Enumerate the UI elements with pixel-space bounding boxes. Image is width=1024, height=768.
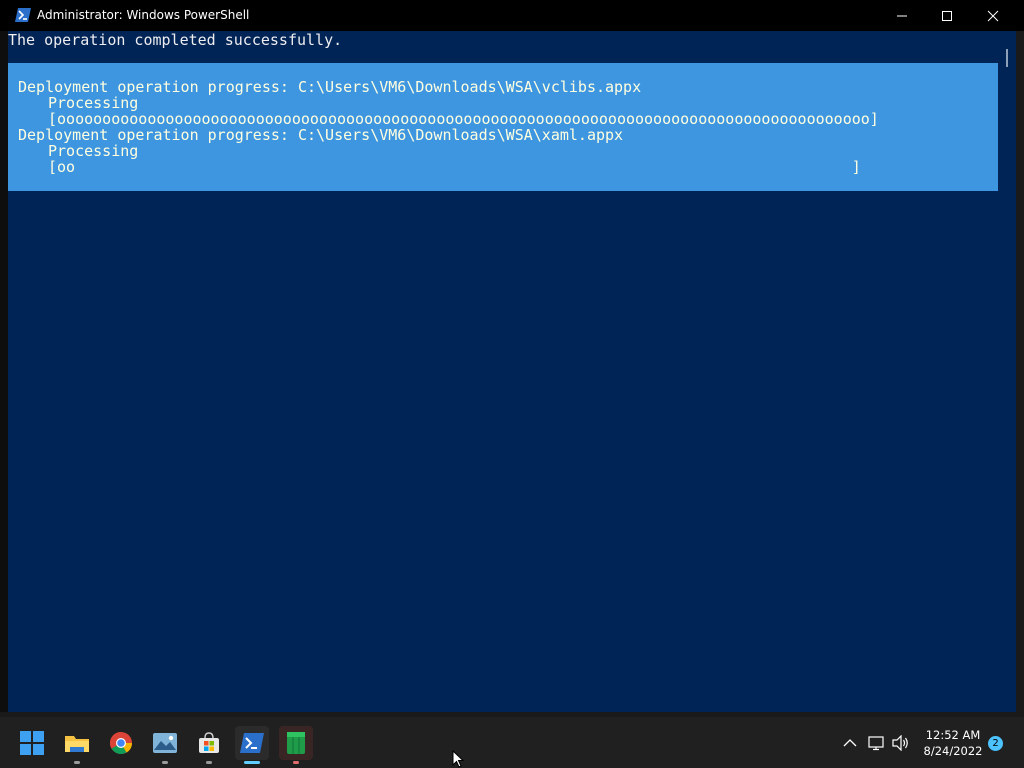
store-button[interactable] <box>192 726 226 760</box>
running-indicator <box>74 761 80 764</box>
powershell-window: Administrator: Windows PowerShell The op… <box>0 0 1024 717</box>
network-button[interactable] <box>868 734 886 752</box>
window-title: Administrator: Windows PowerShell <box>37 8 250 22</box>
taskbar: 12:52 AM 8/24/2022 2 <box>0 717 1024 768</box>
title-bar[interactable]: Administrator: Windows PowerShell <box>0 0 1024 31</box>
vertical-scrollbar[interactable] <box>998 31 1016 712</box>
scrollbar-thumb[interactable] <box>1006 49 1008 67</box>
green-app-button[interactable] <box>279 726 313 760</box>
powershell-title-icon <box>15 8 31 22</box>
progress-bar: [oo ] <box>48 158 861 176</box>
running-indicator <box>206 761 212 764</box>
maximize-icon <box>942 10 952 21</box>
chrome-button[interactable] <box>104 726 138 760</box>
photos-button[interactable] <box>148 726 182 760</box>
file-explorer-button[interactable] <box>60 726 94 760</box>
photos-icon <box>153 733 177 753</box>
folder-icon <box>65 736 89 752</box>
powershell-taskbar-button[interactable] <box>235 726 269 760</box>
running-indicator <box>293 761 299 764</box>
windows-start-icon <box>20 731 44 755</box>
chrome-icon <box>110 732 132 754</box>
volume-button[interactable] <box>892 734 910 752</box>
start-button[interactable] <box>15 726 49 760</box>
maximize-button[interactable] <box>924 0 970 31</box>
clock[interactable]: 12:52 AM 8/24/2022 <box>918 727 988 759</box>
clock-date: 8/24/2022 <box>923 744 983 758</box>
console-line: The operation completed successfully. <box>8 31 343 49</box>
running-indicator <box>162 761 168 764</box>
clock-time: 12:52 AM <box>925 728 981 742</box>
store-icon <box>199 732 219 753</box>
console-output[interactable]: The operation completed successfully. De… <box>8 31 998 712</box>
notification-badge[interactable]: 2 <box>988 736 1003 751</box>
minimize-icon <box>897 15 907 16</box>
close-icon <box>987 10 999 21</box>
show-hidden-icons-button[interactable] <box>841 734 859 752</box>
window-border <box>1016 31 1024 717</box>
network-icon <box>868 736 884 751</box>
mouse-cursor-icon <box>452 750 464 768</box>
progress-panel: Deployment operation progress: C:\Users\… <box>8 63 998 191</box>
minimize-button[interactable] <box>879 0 925 31</box>
close-button[interactable] <box>970 0 1016 31</box>
powershell-icon <box>240 733 264 753</box>
chevron-up-icon <box>843 739 857 747</box>
speaker-icon <box>892 735 908 751</box>
green-app-icon <box>287 732 305 754</box>
active-indicator <box>244 761 260 764</box>
